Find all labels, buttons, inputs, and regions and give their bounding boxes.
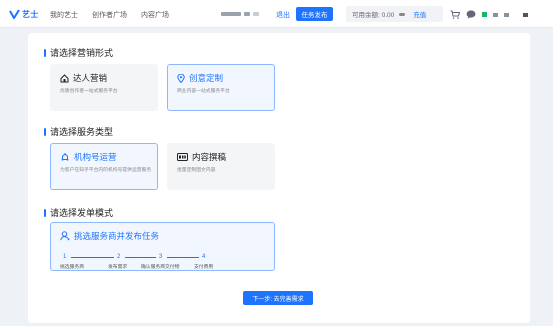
balance-label: 可用余额: 0.00 — [352, 12, 395, 19]
nav-content-square[interactable]: 内容广场 — [141, 10, 169, 20]
section-accent-bar — [44, 127, 46, 136]
next-step-button[interactable]: 下一步: 去完善需求 — [243, 291, 313, 305]
balance-box: 可用余额: 0.00 充值 — [346, 6, 443, 22]
process-steps: 1 2 3 4 挑选服务商 发布需求 确认服务商交付物 支付费用 — [60, 254, 230, 274]
right-icons — [450, 10, 528, 19]
logo-icon — [9, 9, 20, 19]
step-number: 2 — [117, 254, 121, 260]
option-creative-custom[interactable]: 创意定制 商业内容一站式服务平台 — [167, 64, 275, 111]
option-title: 创意定制 — [189, 73, 224, 83]
option-title: 挑选服务商并发布任务 — [74, 231, 160, 241]
redacted-bar — [244, 12, 250, 16]
message-icon[interactable] — [466, 10, 476, 19]
option-desc: 批量定制图文内容 — [177, 168, 216, 173]
recharge-button[interactable]: 充值 — [413, 9, 426, 19]
step-label: 确认服务商交付物 — [141, 265, 180, 270]
option-desc: 为客户在知乎平台内的机构号提供运营服务 — [60, 168, 152, 173]
redacted-bar — [523, 12, 528, 17]
section-heading: 请选择发单模式 — [50, 208, 114, 218]
top-bar: 艺士 我的艺士 创作者广场 内容广场 退出 任务发布 可用余额: 0.00 充值 — [0, 0, 553, 28]
option-content-writing[interactable]: 内容撰稿 批量定制图文内容 — [167, 143, 275, 190]
section-accent-bar — [44, 48, 46, 57]
step-connector — [71, 257, 114, 258]
exit-link[interactable]: 退出 — [276, 10, 290, 20]
step-number: 3 — [159, 254, 163, 260]
status-green-icon — [482, 12, 487, 17]
redacted-bar — [504, 12, 509, 17]
option-title: 达人营销 — [73, 73, 108, 83]
nav-creator-square[interactable]: 创作者广场 — [92, 10, 127, 20]
step-number: 1 — [63, 254, 67, 260]
home-icon — [60, 73, 69, 82]
text-document-icon — [177, 153, 188, 161]
redacted-bar — [493, 12, 498, 17]
section-heading: 请选择服务类型 — [50, 127, 114, 137]
logo[interactable]: 艺士 — [9, 8, 39, 20]
user-icon — [60, 231, 70, 241]
option-title: 机构号运营 — [74, 152, 117, 162]
location-pin-icon — [177, 73, 185, 83]
main-card: 请选择营销形式 达人营销 优质创作者一站式服务平台 创意定制 商业内容一站式服务… — [28, 33, 530, 323]
step-label: 支付费用 — [194, 265, 214, 270]
option-title: 内容撰稿 — [192, 152, 227, 162]
marketing-section-title: 请选择营销形式 — [44, 46, 113, 59]
cart-icon[interactable] — [450, 10, 460, 19]
user-name-redacted — [221, 12, 259, 16]
step-label: 挑选服务商 — [60, 265, 84, 270]
section-accent-bar — [44, 208, 46, 217]
option-desc: 商业内容一站式服务平台 — [177, 89, 230, 94]
step-connector — [167, 257, 199, 258]
option-select-provider-publish[interactable]: 挑选服务商并发布任务 1 2 3 4 挑选服务商 发布需求 确认服务商交付物 支… — [50, 222, 275, 271]
eye-icon[interactable] — [399, 12, 406, 16]
redacted-bar — [253, 12, 259, 16]
redacted-bar — [221, 12, 241, 16]
step-label: 发布需求 — [108, 265, 128, 270]
logo-text: 艺士 — [22, 9, 39, 19]
main-nav: 我的艺士 创作者广场 内容广场 — [50, 10, 169, 20]
order-section-title: 请选择发单模式 — [44, 206, 113, 219]
org-account-icon — [61, 152, 69, 161]
option-desc: 优质创作者一站式服务平台 — [60, 89, 118, 94]
step-number: 4 — [202, 254, 206, 260]
nav-my-yishi[interactable]: 我的艺士 — [50, 10, 78, 20]
section-heading: 请选择营销形式 — [50, 48, 114, 58]
step-connector — [125, 257, 156, 258]
option-org-account-ops[interactable]: 机构号运营 为客户在知乎平台内的机构号提供运营服务 — [50, 143, 158, 190]
option-influencer-marketing[interactable]: 达人营销 优质创作者一站式服务平台 — [50, 64, 158, 111]
service-section-title: 请选择服务类型 — [44, 125, 113, 138]
publish-task-button[interactable]: 任务发布 — [296, 7, 333, 21]
